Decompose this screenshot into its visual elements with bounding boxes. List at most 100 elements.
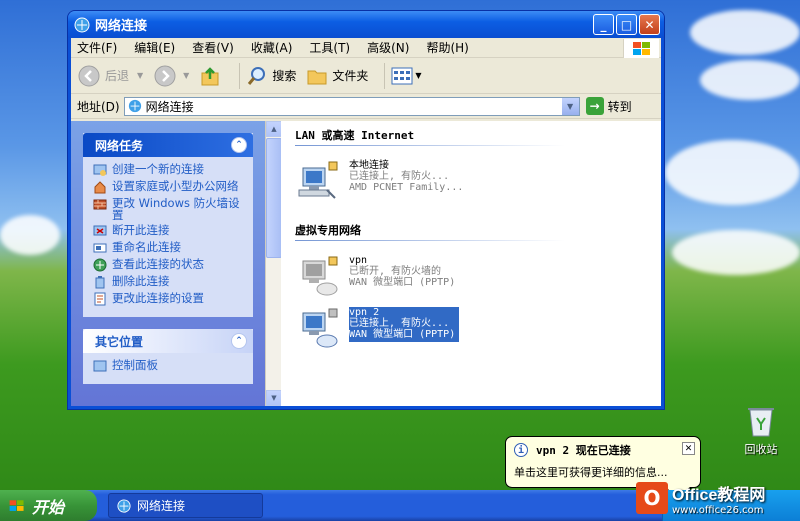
connection-device: WAN 微型端口 (PPTP) (349, 277, 456, 288)
recycle-bin-label: 回收站 (744, 443, 778, 456)
menu-edit[interactable]: 编辑(E) (134, 39, 175, 56)
network-tasks-panel: 网络任务 ⌃ 创建一个新的连接 设置家庭或小型办公网络 更改 Windows 防… (83, 133, 253, 317)
group-header-lan: LAN 或高速 Internet (295, 129, 415, 142)
up-folder-button[interactable] (199, 64, 223, 88)
network-tasks-header[interactable]: 网络任务 ⌃ (83, 133, 253, 157)
window-title: 网络连接 (95, 19, 148, 34)
windows-logo-icon (623, 39, 659, 58)
other-places-panel: 其它位置 ⌃ 控制面板 (83, 329, 253, 384)
title-bar[interactable]: 网络连接 _ □ ✕ (68, 11, 664, 38)
address-bar: 地址(D) 网络连接 ▼ → 转到 (71, 94, 661, 119)
menu-bar: 文件(F) 编辑(E) 查看(V) 收藏(A) 工具(T) 高级(N) 帮助(H… (71, 38, 661, 58)
collapse-chevron-icon[interactable]: ⌃ (231, 137, 247, 153)
place-control-panel[interactable]: 控制面板 (93, 359, 247, 373)
window-client: 文件(F) 编辑(E) 查看(V) 收藏(A) 工具(T) 高级(N) 帮助(H… (71, 38, 661, 406)
menu-help[interactable]: 帮助(H) (426, 39, 468, 56)
network-icon (117, 498, 131, 513)
other-places-title: 其它位置 (95, 334, 144, 349)
menu-favorites[interactable]: 收藏(A) (251, 39, 293, 56)
task-create-connection[interactable]: 创建一个新的连接 (93, 163, 247, 177)
network-icon (128, 99, 141, 113)
menu-tools[interactable]: 工具(T) (309, 39, 350, 56)
control-panel-icon (93, 360, 107, 372)
task-pane: 网络任务 ⌃ 创建一个新的连接 设置家庭或小型办公网络 更改 Windows 防… (71, 121, 265, 406)
vpn-disconnected-icon (302, 256, 338, 296)
office-watermark: O Office教程网 www.office26.com (636, 478, 796, 518)
disconnect-icon (93, 225, 107, 236)
close-button[interactable]: ✕ (639, 14, 660, 35)
go-label: 转到 (607, 99, 632, 114)
search-button[interactable]: 搜索 (246, 65, 296, 87)
search-icon (248, 66, 266, 85)
minimize-button[interactable]: _ (593, 14, 614, 35)
watermark-brand: Office教程网 (672, 486, 766, 504)
forward-button[interactable]: ▼ (153, 64, 189, 88)
scroll-thumb[interactable] (266, 138, 282, 258)
connection-status: 已断开, 有防火墙的 (349, 266, 442, 277)
task-delete[interactable]: 删除此连接 (93, 275, 247, 289)
balloon-close-icon[interactable]: ✕ (682, 442, 695, 455)
network-tasks-title: 网络任务 (95, 138, 144, 153)
back-label: 后退 (105, 69, 130, 83)
collapse-chevron-icon[interactable]: ⌃ (231, 333, 247, 349)
task-rename[interactable]: 重命名此连接 (93, 241, 247, 255)
cloud (700, 60, 800, 100)
office-logo-icon: O (636, 482, 668, 514)
address-label: 地址(D) (77, 99, 120, 114)
cloud (672, 230, 800, 275)
task-pane-scrollbar[interactable]: ▲ ▼ (265, 121, 282, 406)
network-icon (74, 17, 90, 32)
settings-icon (94, 292, 106, 306)
status-icon (93, 258, 107, 272)
address-dropdown-icon[interactable]: ▼ (561, 97, 579, 115)
recycle-bin-icon (748, 408, 774, 437)
start-button[interactable]: 开始 (0, 490, 97, 521)
task-home-network[interactable]: 设置家庭或小型办公网络 (93, 180, 247, 194)
connection-vpn-2[interactable]: vpn 2 已连接上, 有防火... WAN 微型端口 (PPTP) (297, 307, 661, 351)
task-view-status[interactable]: 查看此连接的状态 (93, 258, 247, 272)
forward-arrow-icon (154, 65, 176, 86)
vpn-connected-icon (302, 308, 338, 348)
rename-icon (93, 243, 107, 253)
connection-name: vpn (349, 255, 368, 266)
delete-icon (95, 276, 105, 289)
menu-file[interactable]: 文件(F) (77, 39, 117, 56)
back-arrow-icon (78, 65, 100, 86)
scroll-down-icon[interactable]: ▼ (266, 390, 282, 406)
connections-list: LAN 或高速 Internet 本地连接 已连接上, 有防火... AMD P… (281, 121, 661, 406)
connection-device: AMD PCNET Family... (349, 182, 464, 193)
up-folder-icon (201, 66, 219, 85)
back-button[interactable]: 后退 ▼ (77, 64, 143, 88)
cloud (665, 140, 800, 205)
toolbar: 后退 ▼ ▼ 搜索 文件夹 ▼ (71, 58, 661, 94)
task-change-settings[interactable]: 更改此连接的设置 (93, 292, 247, 306)
connection-vpn[interactable]: vpn 已断开, 有防火墙的 WAN 微型端口 (PPTP) (297, 255, 661, 299)
folder-icon (307, 70, 327, 84)
start-label: 开始 (32, 497, 65, 517)
taskbar-task-label: 网络连接 (137, 499, 186, 513)
menu-view[interactable]: 查看(V) (192, 39, 234, 56)
recycle-bin[interactable]: 回收站 (735, 404, 787, 457)
folders-button[interactable]: 文件夹 (306, 65, 368, 87)
task-disconnect[interactable]: 断开此连接 (93, 224, 247, 238)
go-arrow-icon: → (585, 97, 604, 115)
network-connections-window: 网络连接 _ □ ✕ 文件(F) 编辑(E) 查看(V) 收藏(A) 工具(T)… (67, 10, 665, 410)
go-button[interactable]: → 转到 (585, 97, 632, 115)
scroll-up-icon[interactable]: ▲ (266, 121, 282, 137)
watermark-url: www.office26.com (672, 504, 764, 516)
info-icon: i (514, 443, 528, 457)
views-icon (391, 67, 413, 84)
connection-name: vpn 2 (349, 307, 380, 318)
address-value: 网络连接 (145, 99, 194, 114)
search-label: 搜索 (272, 69, 297, 83)
address-input[interactable]: 网络连接 ▼ (123, 96, 580, 116)
connection-local-area[interactable]: 本地连接 已连接上, 有防火... AMD PCNET Family... (297, 160, 661, 204)
task-firewall[interactable]: 更改 Windows 防火墙设置 (93, 197, 247, 221)
connection-status: 已连接上, 有防火... (349, 171, 450, 182)
menu-advanced[interactable]: 高级(N) (367, 39, 409, 56)
views-button[interactable]: ▼ (391, 66, 422, 86)
folders-label: 文件夹 (332, 69, 369, 83)
maximize-button[interactable]: □ (616, 14, 637, 35)
other-places-header[interactable]: 其它位置 ⌃ (83, 329, 253, 353)
taskbar-network-connections[interactable]: 网络连接 (108, 493, 263, 518)
